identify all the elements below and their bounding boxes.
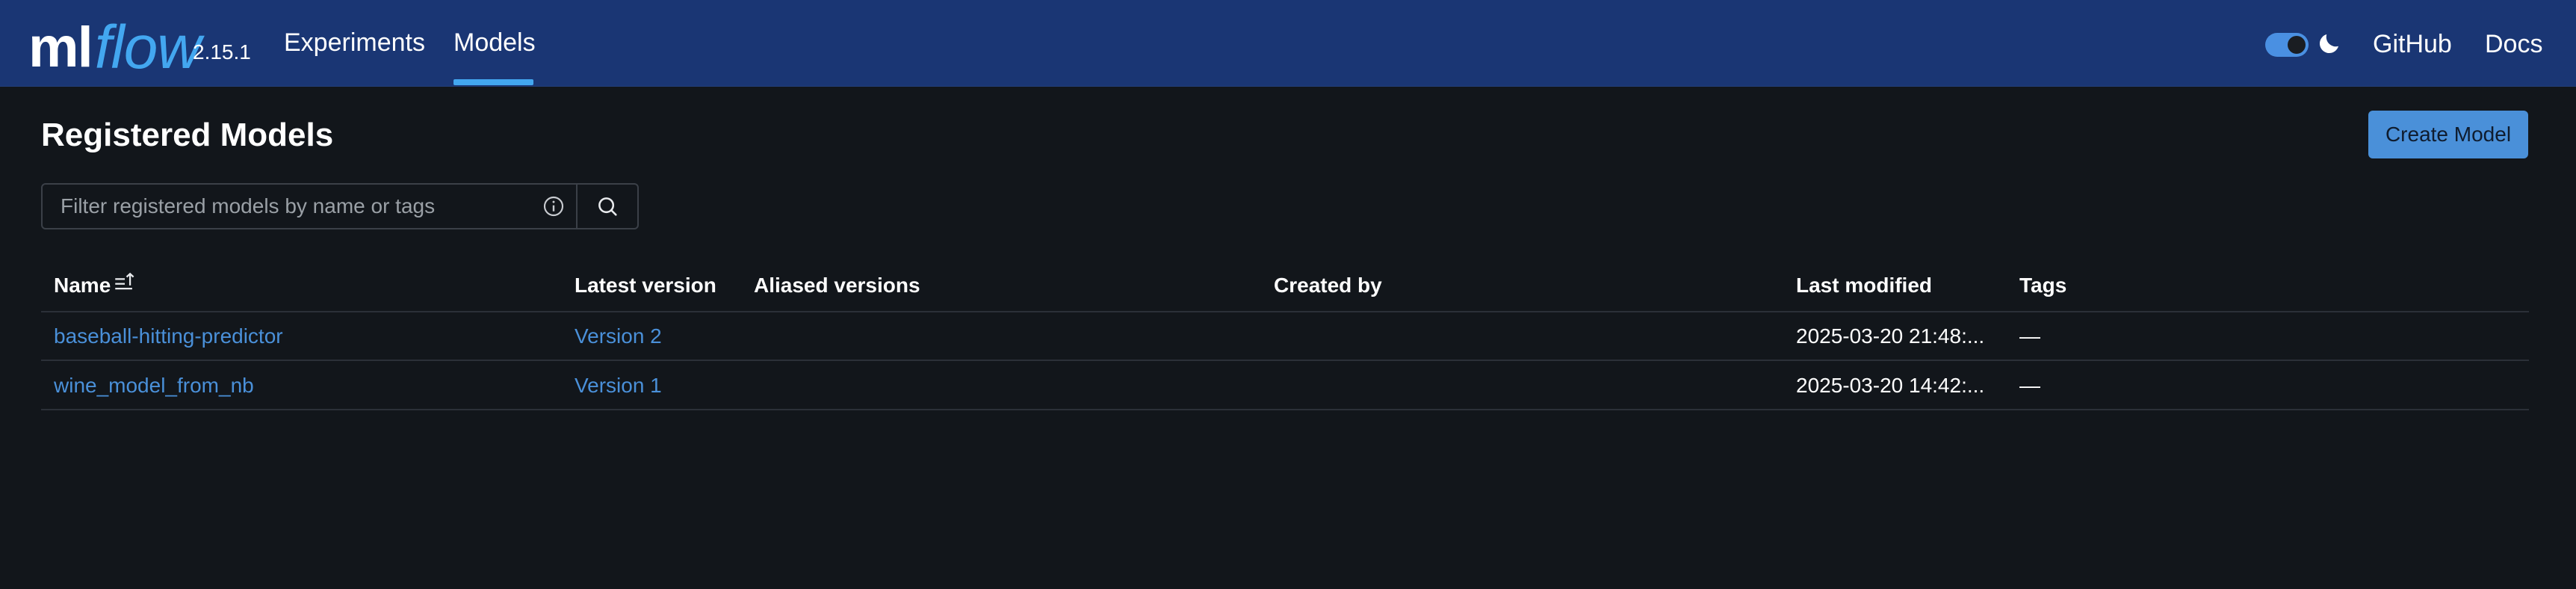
row-divider: [41, 409, 2529, 410]
column-header-latest-version: Latest version: [575, 274, 716, 297]
latest-version-link[interactable]: Version 2: [575, 324, 662, 348]
active-tab-indicator: [453, 79, 533, 85]
logo-flow-text: flow: [94, 13, 202, 81]
column-header-name[interactable]: Name: [54, 274, 111, 297]
top-navigation-bar: ml flow 2.15.1 Experiments Models GitHub…: [0, 0, 2576, 86]
column-header-aliased-versions: Aliased versions: [754, 274, 920, 297]
sort-ascending-icon[interactable]: [112, 271, 137, 296]
dark-mode-toggle[interactable]: [2265, 33, 2309, 57]
model-name-link[interactable]: wine_model_from_nb: [54, 374, 254, 398]
docs-link[interactable]: Docs: [2485, 30, 2542, 59]
github-link[interactable]: GitHub: [2373, 30, 2452, 59]
column-header-last-modified: Last modified: [1796, 274, 1933, 297]
search-button[interactable]: [576, 185, 637, 228]
search-icon: [598, 197, 617, 216]
nav-models[interactable]: Models: [453, 28, 536, 58]
moon-icon: [2319, 34, 2338, 54]
model-search-box: [41, 183, 639, 229]
row-divider: [41, 360, 2529, 361]
tags-cell: —: [2019, 324, 2040, 348]
nav-experiments[interactable]: Experiments: [284, 28, 425, 58]
latest-version-link[interactable]: Version 1: [575, 374, 662, 398]
model-name-link[interactable]: baseball-hitting-predictor: [54, 324, 283, 348]
model-filter-input[interactable]: [43, 185, 531, 228]
last-modified-cell: 2025-03-20 21:48:...: [1796, 324, 1985, 348]
mlflow-logo[interactable]: ml flow: [28, 9, 202, 81]
tags-cell: —: [2019, 374, 2040, 397]
column-header-tags: Tags: [2019, 274, 2067, 297]
table-header-divider: [41, 311, 2529, 312]
column-header-created-by: Created by: [1274, 274, 1382, 297]
page-title: Registered Models: [41, 117, 334, 153]
logo-ml-text: ml: [28, 16, 93, 79]
info-circle-icon: [543, 196, 564, 217]
version-label: 2.15.1: [193, 40, 251, 64]
info-icon[interactable]: [531, 185, 576, 228]
last-modified-cell: 2025-03-20 14:42:...: [1796, 374, 1985, 397]
create-model-button[interactable]: Create Model: [2368, 111, 2528, 158]
toggle-knob: [2288, 36, 2306, 54]
